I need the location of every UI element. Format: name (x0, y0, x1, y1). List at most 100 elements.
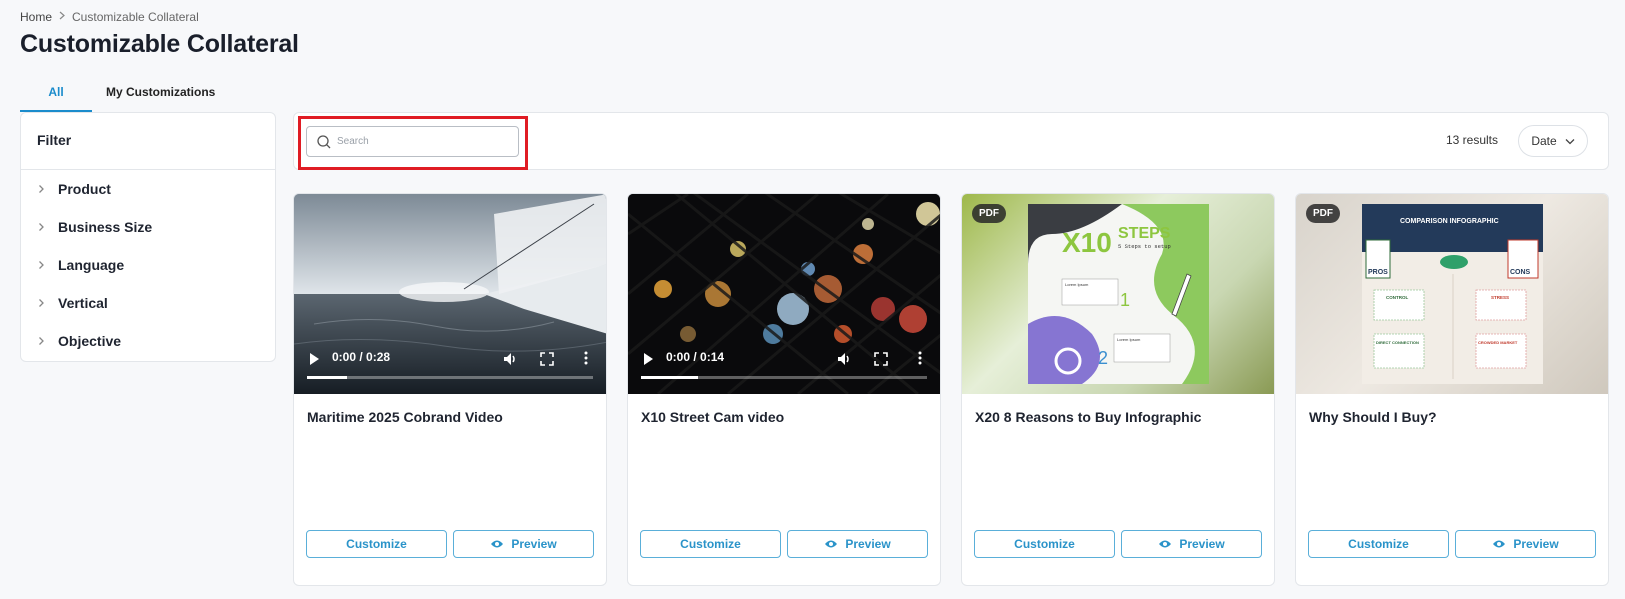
customize-button[interactable]: Customize (1308, 530, 1449, 558)
eye-icon (825, 540, 838, 548)
pdf-badge: PDF (1306, 204, 1340, 223)
card-title: X20 8 Reasons to Buy Infographic (975, 409, 1202, 425)
preview-button[interactable]: Preview (453, 530, 594, 558)
pdf-thumbnail[interactable]: X10 STEPS 5 Steps to setup Lorem Ipsum 1… (962, 194, 1274, 394)
video-time: 0:00 / 0:14 (666, 350, 725, 364)
video-player[interactable]: 0:00 / 0:14 (628, 194, 940, 394)
search-icon (317, 134, 331, 148)
eye-icon (1159, 540, 1172, 548)
breadcrumb-home[interactable]: Home (20, 10, 52, 24)
infographic-preview: COMPARISON INFOGRAPHIC PROS CONS CONTROL… (1362, 204, 1543, 384)
card-title: Maritime 2025 Cobrand Video (307, 409, 503, 425)
card-title: X10 Street Cam video (641, 409, 785, 425)
tab-all[interactable]: All (20, 80, 92, 112)
customize-button[interactable]: Customize (306, 530, 447, 558)
customize-button[interactable]: Customize (974, 530, 1115, 558)
chevron-right-icon (38, 184, 46, 194)
card-actions: Customize Preview (640, 530, 928, 558)
chevron-right-icon (38, 260, 46, 270)
play-icon[interactable] (642, 352, 654, 366)
chevron-right-icon (38, 336, 46, 346)
pdf-thumbnail[interactable]: COMPARISON INFOGRAPHIC PROS CONS CONTROL… (1296, 194, 1608, 394)
eye-icon (1493, 540, 1506, 548)
thumb-direct: DIRECT CONNECTION (1376, 340, 1419, 345)
sort-label: Date (1531, 134, 1557, 148)
customize-button[interactable]: Customize (640, 530, 781, 558)
filter-item-vertical[interactable]: Vertical (21, 284, 275, 322)
thumb-step-1: 1 (1120, 290, 1130, 310)
video-player[interactable]: 0:00 / 0:28 (294, 194, 606, 394)
filter-item-objective[interactable]: Objective (21, 322, 275, 360)
play-icon[interactable] (308, 352, 320, 366)
fullscreen-icon[interactable] (874, 352, 888, 366)
filter-item-label: Objective (58, 333, 122, 349)
video-progress-fill (307, 376, 348, 379)
volume-icon[interactable] (836, 351, 852, 367)
thumb-headline2: STEPS (1118, 225, 1171, 242)
tab-bar: All My Customizations (20, 80, 227, 112)
search-input[interactable] (337, 136, 507, 147)
thumb-headline: X10 (1062, 227, 1112, 258)
thumb-lorem-1: Lorem Ipsum (1065, 282, 1089, 287)
filter-title: Filter (21, 113, 275, 170)
collateral-card: X10 STEPS 5 Steps to setup Lorem Ipsum 1… (961, 193, 1275, 586)
collateral-card: 0:00 / 0:28 Maritime 2025 Cobrand Video … (293, 193, 607, 586)
customize-button-label: Customize (1348, 537, 1409, 551)
thumb-headline: COMPARISON INFOGRAPHIC (1400, 218, 1499, 225)
page-title: Customizable Collateral (20, 30, 299, 58)
card-title: Why Should I Buy? (1309, 409, 1437, 425)
video-progress-bar[interactable] (641, 376, 927, 379)
breadcrumb-separator-icon (58, 11, 66, 23)
preview-button-label: Preview (1179, 537, 1225, 551)
breadcrumb: Home Customizable Collateral (20, 10, 199, 24)
filter-item-label: Language (58, 257, 125, 273)
thumb-crowded: CROWDED MARKET (1478, 340, 1518, 345)
chevron-right-icon (38, 298, 46, 308)
collateral-card: COMPARISON INFOGRAPHIC PROS CONS CONTROL… (1295, 193, 1609, 586)
thumb-step-2: 2 (1098, 348, 1108, 368)
preview-button[interactable]: Preview (787, 530, 928, 558)
volume-icon[interactable] (502, 351, 518, 367)
filter-item-label: Business Size (58, 219, 153, 235)
filter-item-product[interactable]: Product (21, 170, 275, 208)
sort-dropdown[interactable]: Date (1518, 125, 1588, 157)
card-actions: Customize Preview (306, 530, 594, 558)
tab-my-customizations[interactable]: My Customizations (92, 80, 227, 112)
thumb-pros: PROS (1368, 269, 1388, 276)
filter-panel: Filter Product Business Size Language Ve… (20, 112, 276, 362)
collateral-card: 0:00 / 0:14 X10 Street Cam video Customi… (627, 193, 941, 586)
results-count: 13 results (1445, 133, 1498, 147)
fullscreen-icon[interactable] (540, 352, 554, 366)
card-actions: Customize Preview (974, 530, 1262, 558)
filter-item-business-size[interactable]: Business Size (21, 208, 275, 246)
video-controls: 0:00 / 0:14 (628, 346, 940, 394)
video-time: 0:00 / 0:28 (332, 350, 391, 364)
video-progress-bar[interactable] (307, 376, 593, 379)
video-controls: 0:00 / 0:28 (294, 346, 606, 394)
more-options-icon[interactable] (584, 351, 588, 365)
preview-button-label: Preview (511, 537, 557, 551)
eye-icon (491, 540, 504, 548)
pdf-badge: PDF (972, 204, 1006, 223)
customize-button-label: Customize (346, 537, 407, 551)
thumb-control: CONTROL (1386, 295, 1408, 300)
filter-item-label: Vertical (58, 295, 108, 311)
search-box[interactable] (306, 126, 519, 157)
preview-button[interactable]: Preview (1455, 530, 1596, 558)
chevron-right-icon (38, 222, 46, 232)
thumb-cons: CONS (1510, 269, 1531, 276)
filter-item-language[interactable]: Language (21, 246, 275, 284)
results-toolbar: 13 results Date (293, 112, 1609, 170)
customize-button-label: Customize (1014, 537, 1075, 551)
card-actions: Customize Preview (1308, 530, 1596, 558)
thumb-subtitle: 5 Steps to setup (1118, 243, 1171, 250)
filter-item-label: Product (58, 181, 111, 197)
customize-button-label: Customize (680, 537, 741, 551)
infographic-preview: X10 STEPS 5 Steps to setup Lorem Ipsum 1… (1028, 204, 1209, 384)
preview-button[interactable]: Preview (1121, 530, 1262, 558)
preview-button-label: Preview (845, 537, 891, 551)
chevron-down-icon (1565, 138, 1575, 144)
more-options-icon[interactable] (918, 351, 922, 365)
video-progress-fill (641, 376, 699, 379)
thumb-stress: STRESS (1491, 295, 1509, 300)
